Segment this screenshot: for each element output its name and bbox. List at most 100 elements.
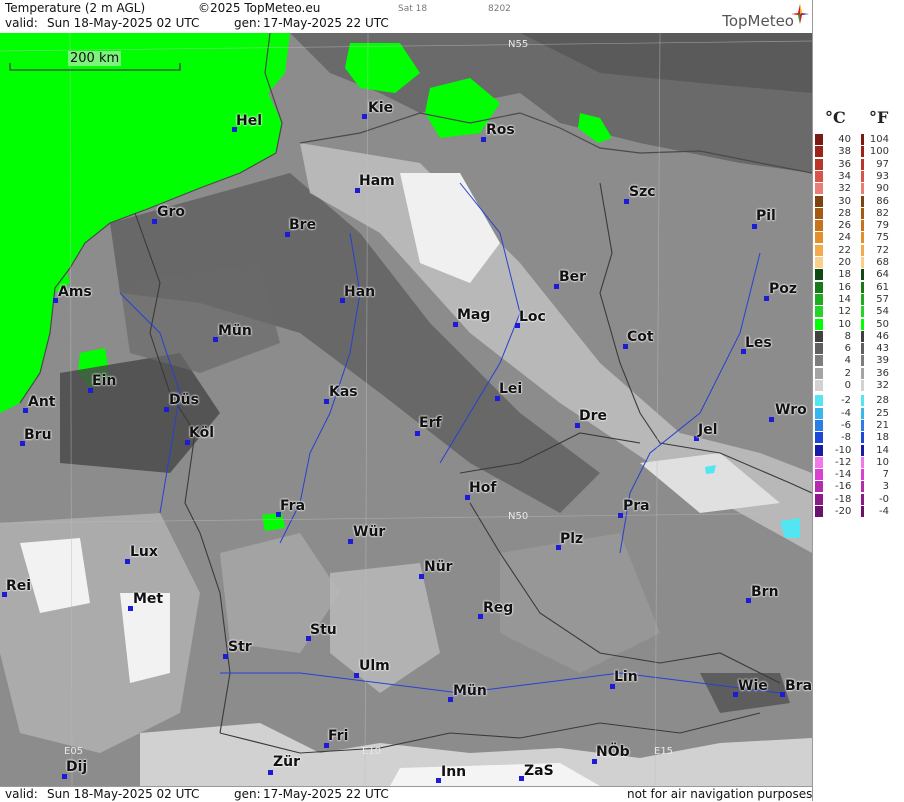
legend-swatch [815,469,823,481]
legend-celsius-value: 28 [838,207,851,219]
legend-fahrenheit-value: 36 [876,367,889,379]
legend-tick [861,380,864,391]
legend-tick [861,493,864,505]
legend-fahrenheit-value: 25 [876,407,889,419]
legend-tick [861,481,864,493]
legend-tick [861,432,864,444]
legend-celsius-value: 38 [838,146,851,158]
legend-swatch [815,232,823,244]
legend-celsius-value: -4 [841,407,851,419]
legend-swatch [815,269,823,281]
temperature-map[interactable]: 200 km N55 N50 E05 E10 E15 Hel Kie Ros H… [0,33,812,786]
footer-bar: valid: Sun 18-May-2025 02 UTC gen: 17-Ma… [0,786,812,802]
legend-fahrenheit-value: 7 [882,469,889,481]
legend-celsius-value: -8 [841,432,851,444]
legend-swatch [815,170,823,182]
legend-fahrenheit-value: 57 [876,293,889,305]
legend-tick [861,281,864,293]
legend-tick [861,158,864,170]
unit-celsius: °C [825,108,846,127]
legend-tick [861,395,864,407]
legend-fahrenheit-value: 93 [876,170,889,182]
scale-label: 200 km [68,51,122,66]
unit-fahrenheit: °F [869,108,889,127]
grid-label-n50: N50 [508,511,529,522]
legend-swatch [815,367,823,379]
legend-swatch [815,456,823,468]
legend-celsius-value: 40 [838,134,851,145]
legend-tick [861,269,864,281]
legend-celsius-value: 32 [838,183,851,195]
legend-tick [861,444,864,456]
legend-fahrenheit-value: 86 [876,195,889,207]
legend-swatch [815,355,823,367]
legend-tick [861,343,864,355]
legend-celsius-value: 18 [838,269,851,281]
legend-tick [861,183,864,195]
grid-label-e05: E05 [64,746,84,757]
legend-celsius-value: 24 [838,232,851,244]
legend-fahrenheit-value: 54 [876,306,889,318]
valid-time: Sun 18-May-2025 02 UTC [47,16,200,30]
legend-tick [861,207,864,219]
legend-tick [861,456,864,468]
legend-tick [861,220,864,232]
legend-swatch [815,134,823,145]
legend-fahrenheit-value: 28 [876,395,889,407]
legend-celsius-value: -14 [835,469,852,481]
legend-fahrenheit-value: 46 [876,330,889,342]
legend-swatch [815,244,823,256]
legend-celsius-value: 16 [838,281,851,293]
legend-swatch [815,146,823,158]
legend-fahrenheit-value: 68 [876,257,889,268]
legend-tick [861,195,864,207]
legend-celsius-value: 0 [844,380,851,391]
day-tab[interactable]: Sat 18 [398,4,427,14]
grid-label-e10: E10 [362,746,382,757]
topmeteo-logo: TopMeteo [722,12,794,30]
legend-fahrenheit-value: 32 [876,380,889,391]
legend-celsius-value: 30 [838,195,851,207]
legend-fahrenheit-value: 39 [876,355,889,367]
copyright: ©2025 TopMeteo.eu [198,1,321,15]
legend-celsius-value: -2 [841,395,851,407]
legend-tick [861,469,864,481]
legend-tick [861,146,864,158]
legend-celsius-value: -20 [835,506,852,517]
legend-swatch [815,481,823,493]
legend-swatch [815,158,823,170]
legend-fahrenheit-value: 75 [876,232,889,244]
legend-fahrenheit-value: 97 [876,158,889,170]
legend-celsius-value: 26 [838,220,851,232]
legend-swatch [815,183,823,195]
legend-celsius-value: -16 [835,481,852,493]
grid-label-e15: E15 [654,746,674,757]
legend-tick [861,293,864,305]
legend-swatch [815,306,823,318]
legend-swatch [815,281,823,293]
footer-valid-time: Sun 18-May-2025 02 UTC [47,787,200,801]
legend-celsius-value: 6 [844,343,851,355]
legend-tick [861,257,864,268]
legend-fahrenheit-value: 43 [876,343,889,355]
legend-tick [861,355,864,367]
legend-swatch [815,432,823,444]
legend-tick [861,318,864,330]
legend-celsius-value: 14 [838,293,851,305]
footer-gen-time: 17-May-2025 22 UTC [263,787,389,801]
legend-swatch [815,395,823,407]
legend-celsius-value: 8 [844,330,851,342]
legend-fahrenheit-value: 90 [876,183,889,195]
legend-celsius-value: -18 [835,493,852,505]
legend-swatch [815,407,823,419]
legend-celsius-value: 10 [838,318,851,330]
run-code: 8202 [488,4,511,14]
legend-fahrenheit-value: -0 [879,493,889,505]
legend-swatch [815,419,823,431]
legend-swatch [815,380,823,391]
legend-tick [861,367,864,379]
grid-label-n55: N55 [508,39,529,50]
legend-fahrenheit-value: -4 [879,506,889,517]
legend-fahrenheit-value: 79 [876,220,889,232]
legend-tick [861,330,864,342]
